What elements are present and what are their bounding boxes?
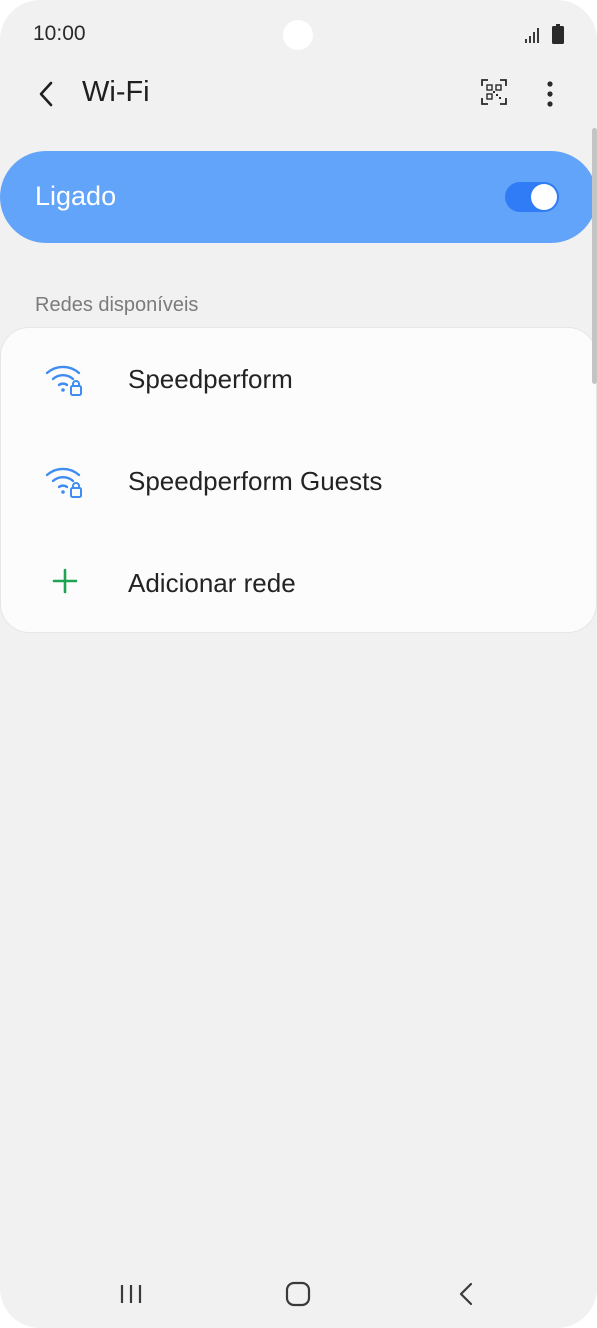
wifi-toggle[interactable] [505, 182, 559, 212]
status-bar: 10:00 [0, 0, 597, 68]
network-item[interactable]: Speedperform Guests [1, 430, 596, 532]
qr-code-scanner-icon [481, 79, 507, 105]
master-switch-label: Ligado [35, 181, 117, 211]
add-network-item[interactable]: Adicionar rede [1, 532, 596, 634]
wifi-master-switch[interactable]: Ligado [0, 151, 597, 243]
more-options-button[interactable] [534, 74, 566, 114]
networks-list: Speedperform Speedperform Guests Adicion… [1, 328, 596, 632]
page-title: Wi-Fi [82, 76, 150, 108]
toggle-knob [531, 184, 557, 210]
nav-back-button[interactable] [446, 1276, 486, 1312]
chevron-left-icon [39, 81, 53, 107]
status-time: 10:00 [33, 22, 86, 45]
more-vertical-icon [547, 81, 553, 107]
home-button[interactable] [278, 1276, 318, 1312]
plus-icon [45, 563, 85, 599]
network-name: Speedperform [128, 364, 293, 394]
phone-screen: 10:00 Wi-Fi Ligado Redes disponíveis Spe… [0, 0, 597, 1328]
section-header-available-networks: Redes disponíveis [35, 294, 199, 316]
wifi-locked-icon [45, 361, 85, 397]
qr-scan-button[interactable] [476, 74, 512, 110]
app-header: Wi-Fi [0, 60, 597, 130]
network-item[interactable]: Speedperform [1, 328, 596, 430]
battery-icon [552, 24, 564, 44]
back-button[interactable] [28, 74, 64, 114]
scrollbar[interactable] [592, 128, 597, 384]
home-icon [285, 1281, 311, 1307]
network-name: Speedperform Guests [128, 466, 383, 496]
add-network-label: Adicionar rede [128, 568, 296, 598]
recents-button[interactable] [111, 1276, 151, 1312]
wifi-locked-icon [45, 463, 85, 499]
recents-icon [120, 1285, 142, 1303]
camera-cutout [283, 20, 313, 50]
navigation-bar [0, 1258, 597, 1328]
signal-icon [525, 28, 539, 43]
back-icon [459, 1282, 473, 1306]
